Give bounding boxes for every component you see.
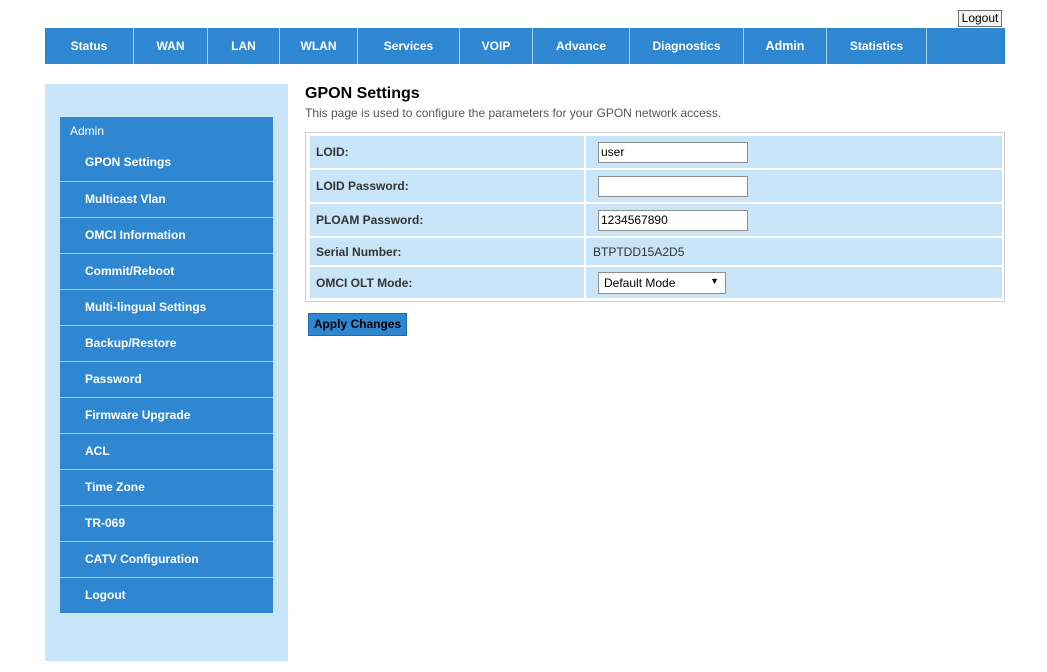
omci-olt-mode-label: OMCI OLT Mode: — [310, 267, 586, 298]
omci-olt-mode-selected: Default Mode — [604, 275, 676, 290]
sidebar-item-gpon-settings[interactable]: GPON Settings — [60, 145, 273, 182]
tab-advance[interactable]: Advance — [533, 28, 630, 64]
tab-services[interactable]: Services — [358, 28, 460, 64]
sidebar-item-acl[interactable]: ACL — [60, 434, 273, 470]
tab-lan[interactable]: LAN — [208, 28, 280, 64]
sidebar-item-time-zone[interactable]: Time Zone — [60, 470, 273, 506]
tab-statistics[interactable]: Statistics — [827, 28, 927, 64]
sidebar-menu: Admin GPON Settings Multicast Vlan OMCI … — [60, 117, 273, 613]
sidebar-item-password[interactable]: Password — [60, 362, 273, 398]
apply-changes-button[interactable]: Apply Changes — [308, 313, 407, 336]
loid-row: LOID: — [310, 136, 1002, 168]
tab-wlan[interactable]: WLAN — [280, 28, 358, 64]
sidebar-item-tr-069[interactable]: TR-069 — [60, 506, 273, 542]
loid-password-label: LOID Password: — [310, 170, 586, 202]
tab-diagnostics[interactable]: Diagnostics — [630, 28, 744, 64]
top-logout-button[interactable]: Logout — [958, 10, 1002, 27]
sidebar-item-backup-restore[interactable]: Backup/Restore — [60, 326, 273, 362]
serial-number-value: BTPTDD15A2D5 — [593, 244, 685, 259]
serial-number-row: Serial Number: BTPTDD15A2D5 — [310, 238, 1002, 265]
loid-password-input[interactable] — [598, 175, 748, 197]
sidebar-item-omci-information[interactable]: OMCI Information — [60, 218, 273, 254]
tab-admin[interactable]: Admin — [744, 28, 827, 64]
sidebar-item-multicast-vlan[interactable]: Multicast Vlan — [60, 182, 273, 218]
sidebar-group-title: Admin — [70, 124, 105, 138]
ploam-password-row: PLOAM Password: — [310, 204, 1002, 236]
sidebar-item-multi-lingual-settings[interactable]: Multi-lingual Settings — [60, 290, 273, 326]
loid-password-row: LOID Password: — [310, 170, 1002, 202]
sidebar-item-catv-configuration[interactable]: CATV Configuration — [60, 542, 273, 578]
sidebar-item-logout[interactable]: Logout — [60, 578, 273, 613]
tab-wan[interactable]: WAN — [134, 28, 208, 64]
page-title: GPON Settings — [305, 85, 420, 102]
sidebar-item-commit-reboot[interactable]: Commit/Reboot — [60, 254, 273, 290]
main-content: GPON Settings This page is used to confi… — [305, 84, 721, 120]
omci-olt-mode-select[interactable]: Default Mode ▼ — [598, 271, 726, 294]
page-description: This page is used to configure the param… — [305, 106, 722, 120]
top-navigation: Status WAN LAN WLAN Services VOIP Advanc… — [45, 28, 1005, 64]
tab-status[interactable]: Status — [45, 28, 134, 64]
loid-label: LOID: — [310, 136, 586, 168]
omci-olt-mode-row: OMCI OLT Mode: Default Mode ▼ — [310, 267, 1002, 298]
ploam-password-input[interactable] — [598, 209, 748, 231]
ploam-password-label: PLOAM Password: — [310, 204, 586, 236]
loid-input[interactable] — [598, 141, 748, 163]
serial-number-label: Serial Number: — [310, 238, 586, 265]
tab-voip[interactable]: VOIP — [460, 28, 533, 64]
gpon-settings-form: LOID: LOID Password: PLOAM Password: Ser… — [305, 132, 1005, 302]
triangle-down-icon: ▼ — [710, 275, 719, 286]
tab-empty — [927, 28, 1005, 64]
sidebar-item-firmware-upgrade[interactable]: Firmware Upgrade — [60, 398, 273, 434]
